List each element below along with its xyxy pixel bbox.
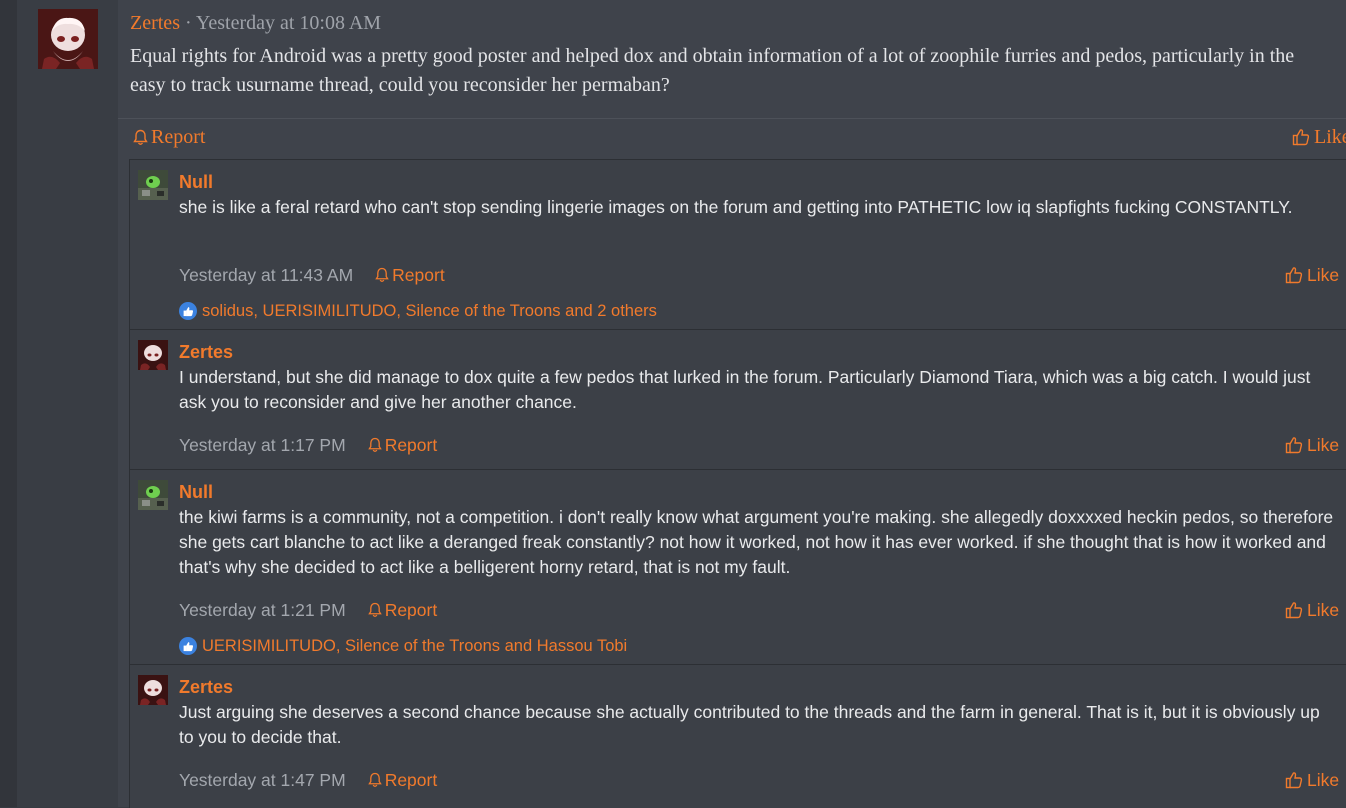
comment-timestamp[interactable]: Yesterday at 1:21 PM (179, 598, 346, 622)
comment-meta: Yesterday at 1:47 PM Report (179, 768, 437, 792)
post-timestamp[interactable]: Yesterday at 10:08 AM (196, 12, 381, 34)
thumbs-up-icon (1292, 128, 1310, 146)
comment-like-label: Like (1307, 770, 1340, 790)
comment-like-button[interactable]: Like (1285, 598, 1339, 622)
comment-meta: Yesterday at 1:17 PM Report (179, 433, 437, 457)
comment: Zertes Just arguing she deserves a secon… (130, 665, 1346, 808)
comment-reactions-list: solidus, UERISIMILITUDO, Silence of the … (202, 302, 657, 320)
comment-reactions-list: UERISIMILITUDO, Silence of the Troons an… (202, 637, 628, 655)
comment-author[interactable]: Zertes (179, 676, 233, 698)
comment-report-label: Report (384, 770, 438, 790)
comment-list: Null she is like a feral retard who can'… (129, 159, 1346, 808)
comment-author[interactable]: Null (179, 481, 213, 503)
thumbs-up-icon (1285, 436, 1303, 454)
post-header-separator: · (179, 12, 196, 34)
bell-icon (367, 602, 382, 618)
bell-icon (133, 129, 148, 146)
bell-icon (367, 772, 382, 788)
like-reaction-icon (179, 637, 197, 655)
comment-report-label: Report (384, 600, 438, 620)
comment-reactions[interactable]: solidus, UERISIMILITUDO, Silence of the … (179, 300, 657, 322)
post-author-avatar[interactable] (38, 9, 98, 69)
post-like-button[interactable]: Like (1292, 124, 1346, 150)
comment-like-button[interactable]: Like (1285, 263, 1339, 287)
comment-avatar-null[interactable] (138, 170, 168, 200)
comment: Null she is like a feral retard who can'… (130, 160, 1346, 330)
post-like-label: Like (1314, 126, 1346, 148)
like-reaction-icon (179, 302, 197, 320)
post-body: Equal rights for Android was a pretty go… (130, 45, 1295, 96)
comment-author[interactable]: Zertes (179, 341, 233, 363)
comment-report-button[interactable]: Report (367, 433, 438, 457)
comment-report-button[interactable]: Report (367, 768, 438, 792)
comment-like-button[interactable]: Like (1285, 768, 1339, 792)
post-user-column (17, 0, 118, 807)
comment-report-label: Report (384, 435, 438, 455)
comment-avatar-zertes[interactable] (138, 675, 168, 705)
comment: Zertes I understand, but she did manage … (130, 330, 1346, 470)
comment-avatar-zertes[interactable] (138, 340, 168, 370)
post-divider (118, 118, 1346, 119)
bell-icon (375, 267, 389, 283)
thumbs-up-icon (1285, 266, 1303, 284)
post-author-name[interactable]: Zertes (130, 12, 180, 34)
comment-like-button[interactable]: Like (1285, 433, 1339, 457)
comment-text: I understand, but she did manage to dox … (179, 367, 1311, 412)
comment-meta: Yesterday at 1:21 PM Report (179, 598, 437, 622)
comment-avatar-null[interactable] (138, 480, 168, 510)
thumbs-up-icon (1285, 771, 1303, 789)
comment-report-button[interactable]: Report (367, 598, 438, 622)
comment: Null the kiwi farms is a community, not … (130, 470, 1346, 665)
comment-reactions[interactable]: UERISIMILITUDO, Silence of the Troons an… (179, 635, 627, 657)
post-header: Zertes · Yesterday at 10:08 AM (130, 10, 381, 36)
comment-text: the kiwi farms is a community, not a com… (179, 507, 1334, 577)
comment-report-button[interactable]: Report (375, 263, 445, 287)
comment-timestamp[interactable]: Yesterday at 1:17 PM (179, 433, 346, 457)
comment-like-label: Like (1307, 600, 1340, 620)
comment-report-label: Report (392, 265, 445, 285)
comment-like-label: Like (1307, 435, 1340, 455)
post-report-button[interactable]: Report (133, 124, 205, 150)
comment-author[interactable]: Null (179, 171, 213, 193)
left-rail (0, 0, 17, 807)
comment-text: she is like a feral retard who can't sto… (179, 197, 1293, 217)
comment-timestamp[interactable]: Yesterday at 11:43 AM (179, 263, 353, 287)
thumbs-up-icon (1285, 601, 1303, 619)
comment-text: Just arguing she deserves a second chanc… (179, 702, 1320, 747)
post-report-label: Report (151, 126, 206, 148)
comment-timestamp[interactable]: Yesterday at 1:47 PM (179, 768, 346, 792)
comment-like-label: Like (1307, 265, 1340, 285)
comment-meta: Yesterday at 11:43 AM Report (179, 263, 445, 287)
bell-icon (367, 437, 382, 453)
